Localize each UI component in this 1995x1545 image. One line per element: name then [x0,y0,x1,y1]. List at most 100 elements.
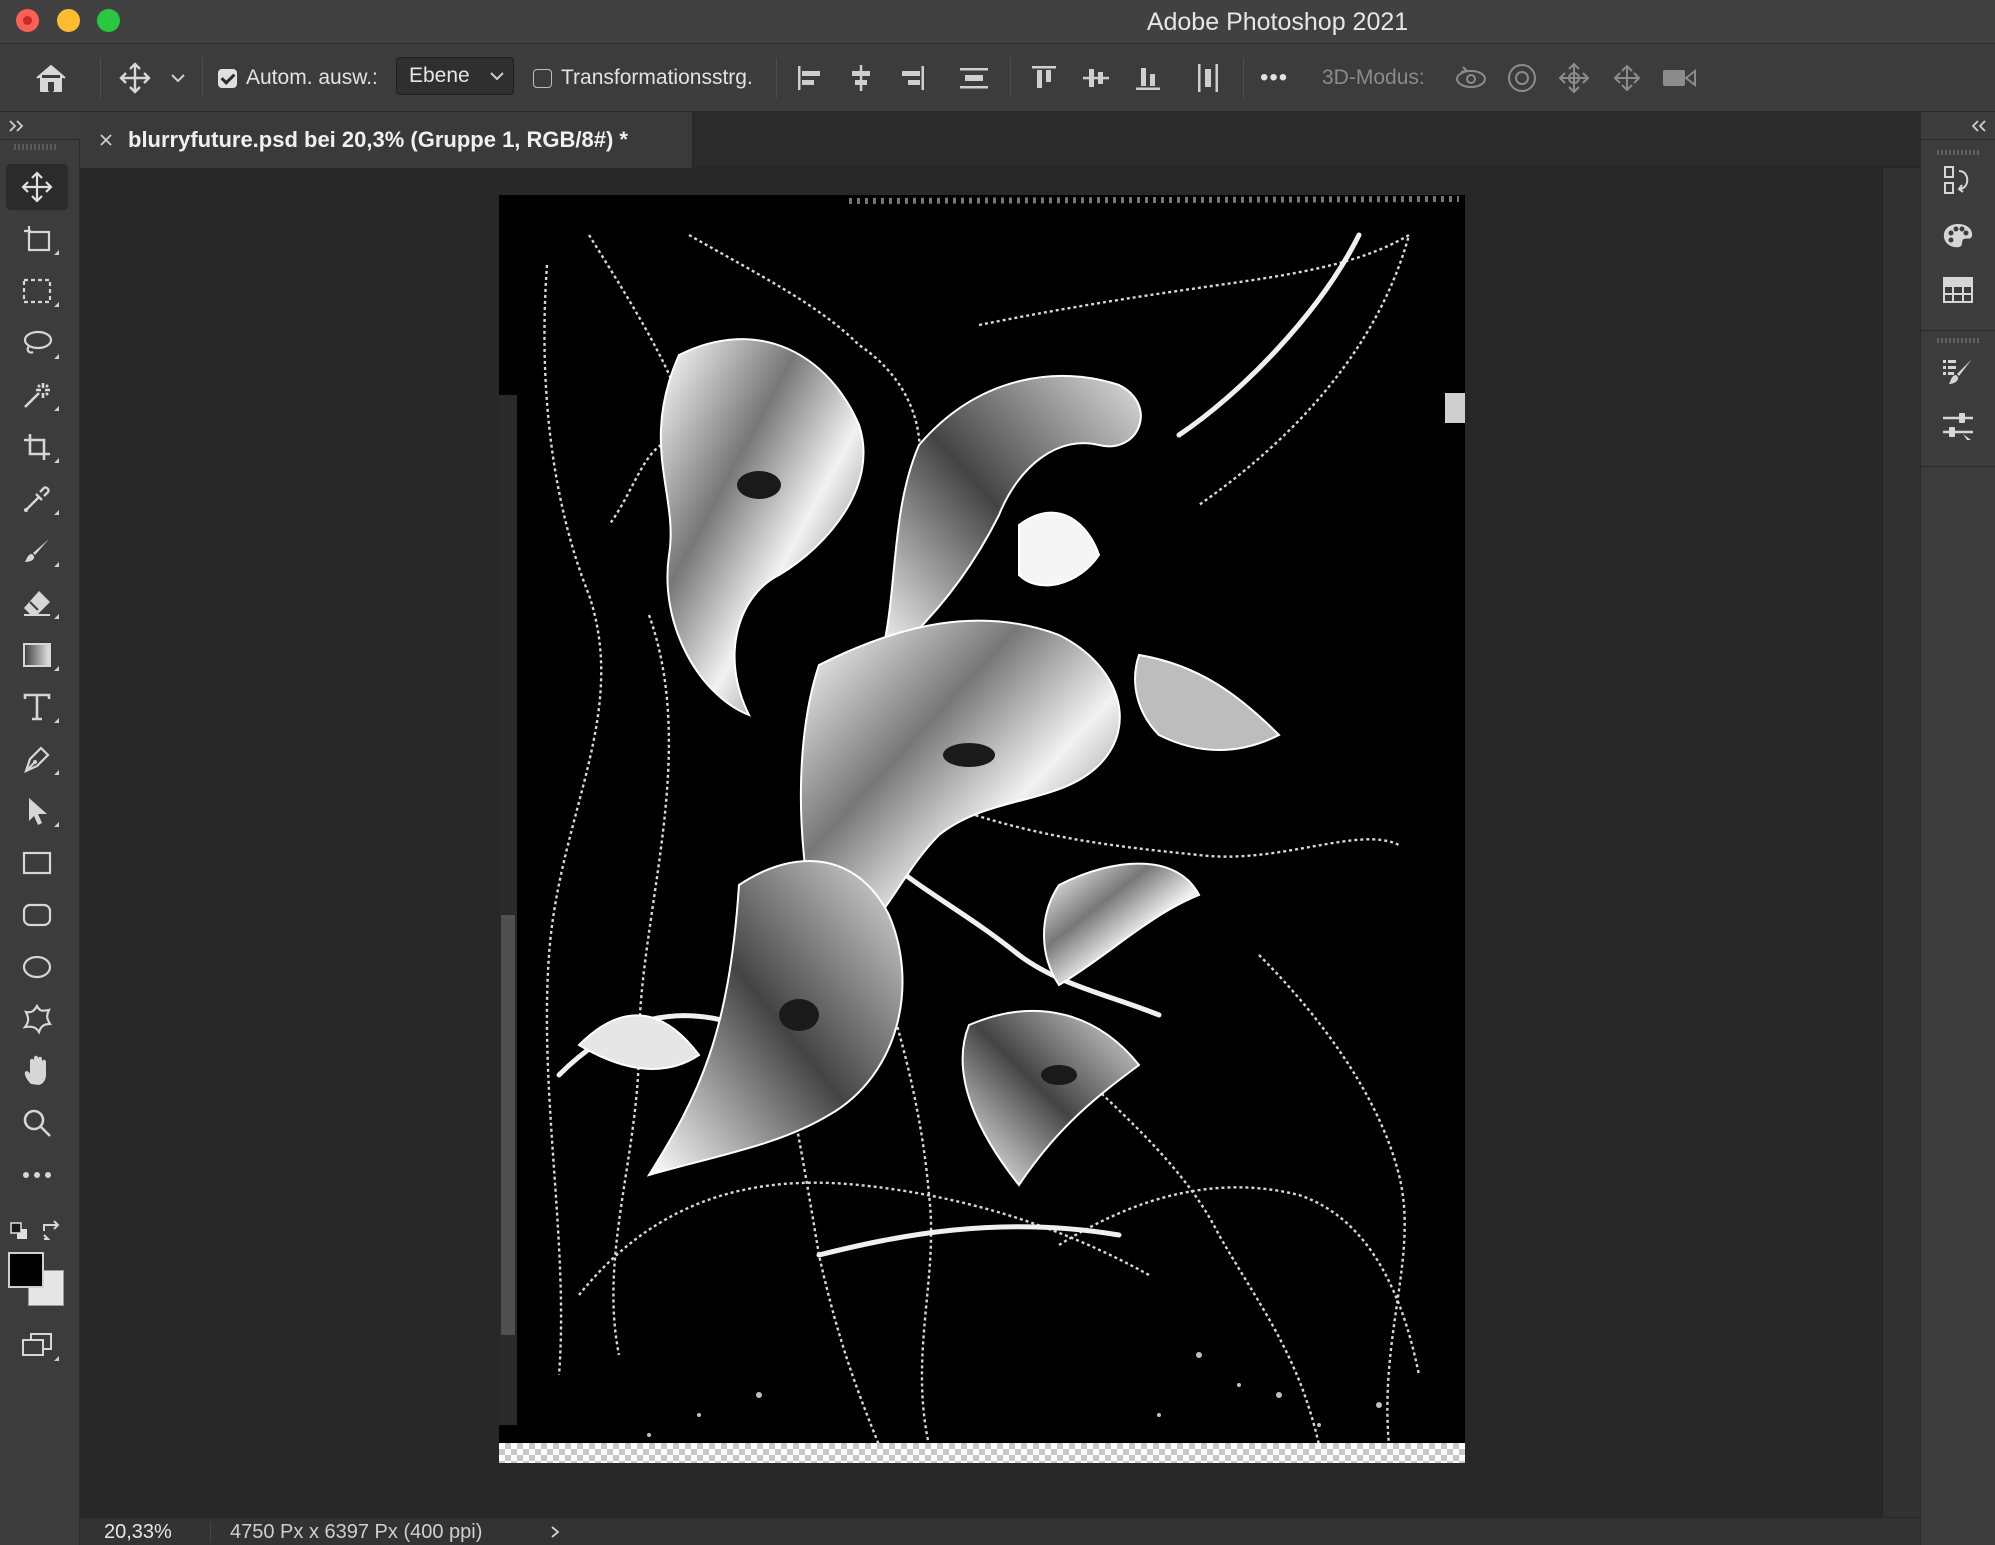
checkbox-checked[interactable] [218,68,237,88]
orbit-3d-button[interactable] [1453,44,1489,112]
document-tab-title: blurryfuture.psd bei 20,3% (Gruppe 1, RG… [128,127,628,152]
gradient-icon [23,643,51,667]
history-panel-button[interactable] [1935,158,1981,202]
orbit-3d-icon [1456,66,1486,88]
ellipse-icon [22,955,52,979]
rounded-rectangle-icon [22,903,52,927]
title-bar: Adobe Photoshop 2021 [0,0,1995,44]
roll-3d-button[interactable] [1505,44,1539,112]
tool-preset-dropdown[interactable] [170,44,186,112]
pan-3d-icon [1558,62,1590,94]
lasso-icon [23,330,53,354]
align-bottom-icon [1136,68,1160,90]
align-vertical-center-button[interactable] [1081,44,1111,112]
dock-grip[interactable] [1937,338,1979,343]
hand-tool[interactable] [6,1048,68,1094]
checkbox-unchecked[interactable] [533,68,552,88]
edit-toolbar-button[interactable] [6,1152,68,1198]
move-icon [21,171,53,203]
align-vcenter-icon [1083,69,1109,87]
roll-3d-icon [1508,64,1536,92]
path-selection-icon [29,798,47,825]
swap-colors-button[interactable] [40,1219,64,1243]
foreground-color-swatch[interactable] [8,1252,44,1288]
rectangle-tool[interactable] [6,840,68,886]
ellipse-tool[interactable] [6,944,68,990]
zoom-tool[interactable] [6,1100,68,1146]
home-button[interactable] [34,44,68,112]
eyedropper-icon [24,486,50,512]
expand-toolbar-icon[interactable] [8,118,26,134]
distribute-horizontal-button[interactable] [1193,44,1223,112]
dock-grip[interactable] [1937,150,1979,155]
align-right-icon [902,66,924,90]
document-tab[interactable]: blurryfuture.psd bei 20,3% (Gruppe 1, RG… [80,112,693,168]
auto-select-label: Autom. ausw.: [246,66,378,89]
gradient-tool[interactable] [6,632,68,678]
crop-icon [24,434,50,460]
screen-mode-button[interactable] [6,1322,68,1368]
status-bar: 20,33% 4750 Px x 6397 Px (400 ppi) [80,1517,1920,1545]
align-right-button[interactable] [899,44,927,112]
tab-close-button[interactable] [94,128,118,152]
more-icon [23,1172,51,1178]
hand-icon [24,1055,46,1085]
pen-tool[interactable] [6,736,68,782]
zoom-level[interactable]: 20,33% [104,1518,172,1545]
rounded-rectangle-tool[interactable] [6,892,68,938]
brush-settings-button[interactable] [1935,350,1981,394]
tools-panel [0,140,80,1545]
type-tool[interactable] [6,684,68,730]
palette-icon [1943,224,1973,248]
mode-3d-label: 3D-Modus: [1322,66,1425,89]
custom-shape-tool[interactable] [6,996,68,1042]
default-colors-icon [10,1222,27,1239]
panel-dock [1920,140,1995,1545]
align-horizontal-center-button[interactable] [847,44,875,112]
align-top-button[interactable] [1029,44,1059,112]
rectangle-icon [22,851,52,875]
custom-shape-icon [22,1003,52,1035]
more-options-button[interactable]: ••• [1260,44,1288,112]
options-bar: Autom. ausw.: Ebene Transformationsstrg.… [0,44,1995,112]
document-canvas[interactable] [499,195,1465,1463]
type-icon [23,693,51,721]
pan-3d-button[interactable] [1557,44,1591,112]
transform-controls-checkbox[interactable] [533,44,552,112]
move-tool[interactable] [6,164,68,210]
slide-3d-button[interactable] [1610,44,1644,112]
toolbar-grip[interactable] [14,144,58,150]
move-tool-preset[interactable] [118,44,152,112]
grid-panel-button[interactable] [1935,268,1981,312]
vertical-scrollbar[interactable] [1882,168,1920,1517]
auto-select-target-dropdown[interactable]: Ebene [396,57,514,95]
auto-select-checkbox[interactable] [218,44,237,112]
document-tab-bar: blurryfuture.psd bei 20,3% (Gruppe 1, RG… [80,112,1920,168]
distribute-vertical-button[interactable] [958,44,990,112]
eyedropper-tool[interactable] [6,476,68,522]
brush-tool[interactable] [6,528,68,574]
marquee-icon [22,278,52,304]
artboard-icon [24,226,51,252]
collapse-dock-icon[interactable] [1969,118,1987,134]
status-info-menu-button[interactable] [545,1522,565,1542]
home-icon [36,65,66,92]
rectangular-marquee-tool[interactable] [6,268,68,314]
default-colors-button[interactable] [8,1220,30,1242]
lasso-tool[interactable] [6,320,68,366]
path-selection-tool[interactable] [6,788,68,834]
align-bottom-button[interactable] [1133,44,1163,112]
document-workspace[interactable] [80,168,1881,1517]
align-left-button[interactable] [795,44,823,112]
transparent-area [499,1443,1465,1463]
artboard-tool[interactable] [6,216,68,262]
screen-mode-icon [22,1333,52,1356]
auto-select-target-value: Ebene [409,64,470,87]
crop-tool[interactable] [6,424,68,470]
scale-3d-button[interactable] [1660,44,1698,112]
magic-wand-tool[interactable] [6,372,68,418]
eraser-tool[interactable] [6,580,68,626]
swatches-panel-button[interactable] [1935,214,1981,258]
transform-controls-label: Transformationsstrg. [561,66,753,89]
adjustments-button[interactable] [1935,404,1981,448]
